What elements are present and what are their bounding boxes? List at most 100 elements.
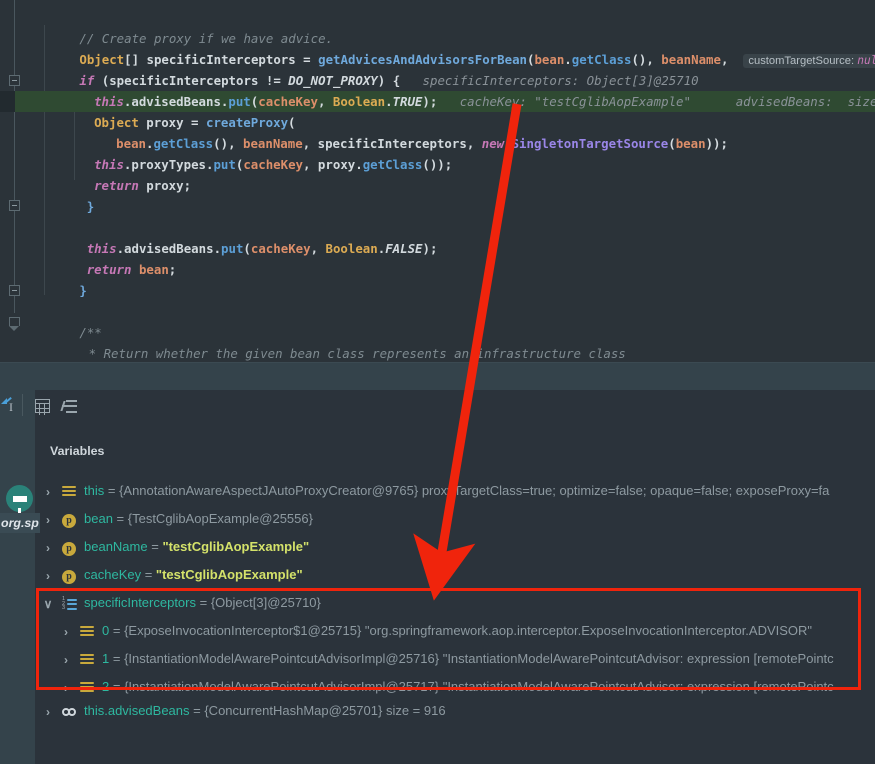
- fold-marker-collapsible[interactable]: [9, 317, 20, 331]
- variable-row[interactable]: › p cacheKey = "testCglibAopExample": [0, 563, 875, 591]
- variable-equals: =: [109, 623, 125, 638]
- chevron-down-icon[interactable]: ∨: [42, 598, 54, 610]
- evaluate-expression-icon[interactable]: I: [0, 392, 24, 420]
- code-token: * Return whether the given bean class re…: [81, 346, 626, 361]
- code-token: FALSE: [385, 241, 423, 256]
- variable-text: cacheKey = "testCglibAopExample": [84, 567, 303, 582]
- chevron-right-icon[interactable]: ›: [42, 542, 54, 554]
- code-line[interactable]: * Return whether the given bean class re…: [81, 343, 626, 363]
- indent-guide: [44, 25, 45, 295]
- code-token: bean: [138, 262, 169, 277]
- object-glyph: [80, 626, 94, 638]
- variable-name: specificInterceptors: [84, 595, 196, 610]
- code-line[interactable]: Object proxy = createProxy(: [94, 112, 295, 133]
- code-token: ;: [168, 262, 177, 277]
- code-token: this: [94, 94, 124, 109]
- code-token: (: [94, 73, 110, 88]
- variable-value: {InstantiationModelAwarePointcutAdvisorI…: [124, 679, 834, 694]
- code-line[interactable]: // Create proxy if we have advice.: [79, 28, 333, 49]
- variable-row[interactable]: › 1 = {InstantiationModelAwarePointcutAdv…: [0, 647, 875, 675]
- array-glyph: 123: [62, 596, 78, 611]
- chevron-right-icon[interactable]: ›: [42, 706, 54, 718]
- code-line[interactable]: Object[] specificInterceptors = getAdvic…: [79, 49, 875, 70]
- fold-marker[interactable]: [9, 75, 20, 86]
- variable-name: cacheKey: [84, 567, 142, 582]
- code-line[interactable]: bean.getClass(), beanName, specificInter…: [116, 133, 728, 154]
- code-line[interactable]: }: [79, 280, 86, 301]
- variable-equals: =: [147, 539, 163, 554]
- evaluate-expression-glyph: I: [1, 396, 19, 414]
- inline-debug-hint: specificInterceptors: Object[3]@25710: [400, 73, 699, 88]
- code-token: beanName: [243, 136, 303, 151]
- variable-row[interactable]: › this.advisedBeans = {ConcurrentHashMap@…: [0, 699, 875, 727]
- variable-row[interactable]: › p bean = {TestCglibAopExample@25556}: [0, 507, 875, 535]
- parameter-glyph: p: [62, 514, 76, 528]
- variables-panel-title: Variables: [50, 444, 105, 458]
- variable-text: beanName = "testCglibAopExample": [84, 539, 309, 554]
- variable-equals: =: [109, 651, 125, 666]
- parameter-hint-chip: customTargetSource: null: [743, 54, 875, 68]
- code-line[interactable]: this.advisedBeans.put(cacheKey, Boolean.…: [94, 91, 875, 112]
- chevron-right-icon[interactable]: ›: [42, 570, 54, 582]
- code-line[interactable]: this.proxyTypes.put(cacheKey, proxy.getC…: [94, 154, 452, 175]
- code-token: ));: [705, 136, 728, 151]
- code-line[interactable]: }: [87, 196, 94, 217]
- table-view-icon[interactable]: [28, 392, 56, 420]
- code-token: if: [79, 73, 95, 88]
- object-glyph: [80, 682, 94, 694]
- code-line[interactable]: this.advisedBeans.put(cacheKey, Boolean.…: [87, 238, 438, 259]
- chevron-right-icon[interactable]: ›: [42, 514, 54, 526]
- variable-row[interactable]: ∨ 1 2 3 specificInterceptors = {Object[3]@25…: [0, 591, 875, 619]
- variable-row[interactable]: › p beanName = "testCglibAopExample": [0, 535, 875, 563]
- code-token: cacheKey: [243, 157, 304, 172]
- variable-value: {TestCglibAopExample@25556}: [127, 511, 313, 526]
- variable-extra-info: size = 916: [382, 703, 446, 718]
- code-token: advisedBeans: [131, 94, 221, 109]
- code-token: );: [422, 94, 438, 109]
- code-token: proxy =: [138, 115, 206, 130]
- sort-values-icon[interactable]: [56, 392, 84, 420]
- fold-marker[interactable]: [9, 200, 20, 211]
- code-token: TRUE: [392, 94, 423, 109]
- chevron-right-icon[interactable]: ›: [60, 626, 72, 638]
- code-token: }: [79, 283, 87, 298]
- debugger-toolbar[interactable]: I: [0, 390, 875, 428]
- code-line[interactable]: return proxy;: [94, 175, 191, 196]
- code-token: put: [228, 94, 251, 109]
- code-token: ,: [310, 241, 326, 256]
- code-token: getClass: [571, 52, 632, 67]
- code-lines-container[interactable]: // Create proxy if we have advice. Object…: [0, 0, 875, 363]
- variable-value: {AnnotationAwareAspectJAutoProxyCreator@…: [119, 483, 830, 498]
- variable-row[interactable]: › this = {AnnotationAwareAspectJAutoProxy…: [0, 479, 875, 507]
- table-view-glyph: [34, 399, 50, 415]
- editor-gutter[interactable]: [0, 0, 30, 363]
- code-token: proxyTypes: [131, 157, 206, 172]
- code-token: []: [124, 52, 147, 67]
- fold-marker[interactable]: [9, 285, 20, 296]
- code-token: // Create proxy if we have advice.: [79, 31, 333, 46]
- chevron-right-icon[interactable]: ›: [60, 682, 72, 694]
- object-glyph: [80, 654, 94, 666]
- code-line[interactable]: return bean;: [87, 259, 177, 280]
- chevron-right-icon[interactable]: ›: [42, 486, 54, 498]
- object-icon: [62, 486, 77, 500]
- chevron-right-icon[interactable]: ›: [60, 654, 72, 666]
- code-token: bean: [675, 136, 706, 151]
- code-token: put: [221, 241, 244, 256]
- code-token: specificInterceptors: [109, 73, 259, 88]
- code-editor[interactable]: // Create proxy if we have advice. Object…: [0, 0, 875, 363]
- code-token: new: [481, 136, 505, 151]
- variable-text: specificInterceptors = {Object[3]@25710}: [84, 595, 321, 610]
- code-token: =: [295, 52, 319, 67]
- code-line[interactable]: /**: [79, 322, 101, 343]
- array-icon: 123: [62, 596, 78, 612]
- variable-string-value: "testCglibAopExample": [162, 539, 310, 554]
- variable-name: beanName: [84, 539, 148, 554]
- variable-equals: =: [104, 483, 120, 498]
- debugger-tool-window[interactable]: I Variables org.sp › this = {AnnotationAw…: [0, 390, 875, 764]
- code-line[interactable]: if (specificInterceptors != DO_NOT_PROXY…: [79, 70, 698, 91]
- code-token: proxy;: [138, 178, 192, 193]
- variable-row[interactable]: › 0 = {ExposeInvocationInterceptor$1@2571…: [0, 619, 875, 647]
- code-token: beanName: [661, 52, 721, 67]
- indent-guide: [74, 108, 75, 180]
